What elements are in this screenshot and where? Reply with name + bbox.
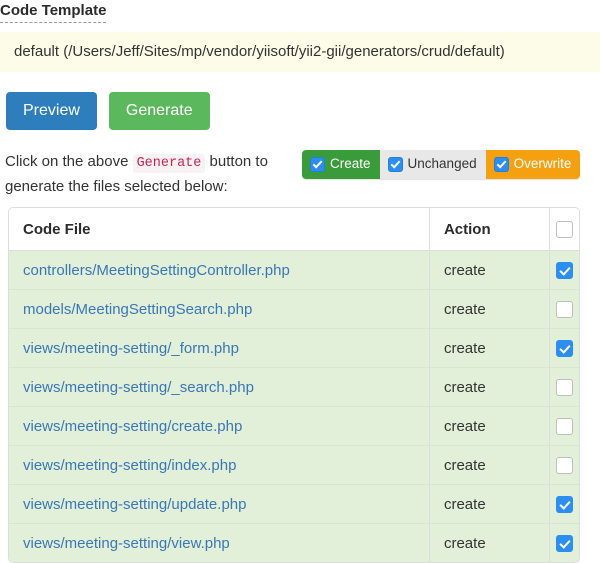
code-file-link[interactable]: views/meeting-setting/_search.php [23, 379, 254, 396]
cell-code-file: views/meeting-setting/update.php [9, 484, 430, 524]
filter-label-unchanged: Unchanged [407, 156, 477, 171]
cell-code-file: views/meeting-setting/index.php [9, 445, 430, 485]
column-header-code-file: Code File [9, 208, 430, 251]
code-file-link[interactable]: views/meeting-setting/create.php [23, 418, 242, 435]
cell-select[interactable] [549, 328, 579, 368]
cell-code-file: views/meeting-setting/_search.php [9, 367, 430, 407]
code-file-link[interactable]: controllers/MeetingSettingController.php [23, 262, 290, 279]
filter-toggle-unchanged[interactable]: Unchanged [379, 150, 486, 179]
generate-hint-text: Click on the above Generate button to ge… [5, 150, 305, 198]
gii-code-generator-panel: Code Template default (/Users/Jeff/Sites… [0, 0, 600, 563]
cell-action: create [428, 406, 550, 446]
code-file-link[interactable]: views/meeting-setting/_form.php [23, 340, 239, 357]
row-checkbox-checked-icon[interactable] [556, 339, 574, 357]
file-status-filter-group: Create Unchanged Overwrite [302, 150, 581, 179]
table-row: views/meeting-setting/view.php create [9, 523, 579, 562]
select-all-checkbox-icon[interactable] [556, 220, 574, 238]
code-files-table-container: Code File Action controllers/MeetingSett… [8, 207, 580, 563]
table-row: views/meeting-setting/create.php create [9, 406, 579, 446]
cell-select[interactable] [549, 406, 579, 446]
column-header-action: Action [428, 208, 550, 251]
hint-text-before: Click on the above [5, 153, 133, 170]
table-row: views/meeting-setting/index.php create [9, 445, 579, 485]
action-button-row: Preview Generate [6, 92, 210, 130]
table-row: views/meeting-setting/update.php create [9, 484, 579, 524]
cell-select[interactable] [549, 367, 579, 407]
code-file-link[interactable]: views/meeting-setting/index.php [23, 457, 236, 474]
cell-code-file: controllers/MeetingSettingController.php [9, 250, 430, 290]
table-row: views/meeting-setting/_search.php create [9, 367, 579, 407]
row-checkbox-unchecked-icon[interactable] [556, 300, 574, 318]
cell-select[interactable] [549, 289, 579, 329]
preview-button[interactable]: Preview [6, 92, 97, 130]
table-row: models/MeetingSettingSearch.php create [9, 289, 579, 329]
checkbox-checked-icon[interactable] [493, 156, 509, 172]
cell-action: create [428, 523, 550, 562]
table-head: Code File Action [9, 208, 579, 251]
cell-code-file: views/meeting-setting/view.php [9, 523, 430, 562]
cell-code-file: models/MeetingSettingSearch.php [9, 289, 430, 329]
table-row: controllers/MeetingSettingController.php… [9, 250, 579, 290]
code-files-table: Code File Action controllers/MeetingSett… [9, 208, 579, 562]
cell-code-file: views/meeting-setting/_form.php [9, 328, 430, 368]
row-checkbox-unchecked-icon[interactable] [556, 456, 574, 474]
generate-button[interactable]: Generate [108, 92, 210, 130]
cell-code-file: views/meeting-setting/create.php [9, 406, 430, 446]
checkbox-checked-icon[interactable] [310, 156, 325, 172]
filter-label-create: Create [330, 156, 371, 171]
cell-action: create [428, 445, 550, 485]
table-body: controllers/MeetingSettingController.php… [9, 250, 579, 562]
filter-label-overwrite: Overwrite [513, 156, 572, 171]
cell-select[interactable] [549, 250, 579, 290]
code-file-link[interactable]: views/meeting-setting/view.php [23, 535, 230, 552]
row-checkbox-checked-icon[interactable] [556, 534, 574, 552]
table-header-row: Code File Action [9, 208, 579, 251]
cell-select[interactable] [549, 445, 579, 485]
cell-action: create [428, 367, 550, 407]
cell-action: create [428, 250, 550, 290]
row-checkbox-unchecked-icon[interactable] [556, 417, 574, 435]
row-checkbox-unchecked-icon[interactable] [556, 378, 574, 396]
code-file-link[interactable]: models/MeetingSettingSearch.php [23, 301, 252, 318]
row-checkbox-checked-icon[interactable] [556, 495, 574, 513]
checkbox-checked-icon[interactable] [387, 156, 403, 172]
table-row: views/meeting-setting/_form.php create [9, 328, 579, 368]
cell-action: create [428, 484, 550, 524]
row-checkbox-checked-icon[interactable] [556, 261, 574, 279]
code-template-select[interactable]: default (/Users/Jeff/Sites/mp/vendor/yii… [0, 32, 600, 72]
cell-select[interactable] [549, 523, 579, 562]
filter-toggle-overwrite[interactable]: Overwrite [485, 150, 581, 179]
column-header-select-all[interactable] [549, 208, 579, 251]
cell-action: create [428, 328, 550, 368]
cell-select[interactable] [549, 484, 579, 524]
cell-action: create [428, 289, 550, 329]
filter-toggle-create[interactable]: Create [302, 150, 380, 179]
hint-inline-code: Generate [132, 154, 206, 173]
code-file-link[interactable]: views/meeting-setting/update.php [23, 496, 246, 513]
code-template-label: Code Template [0, 2, 107, 23]
